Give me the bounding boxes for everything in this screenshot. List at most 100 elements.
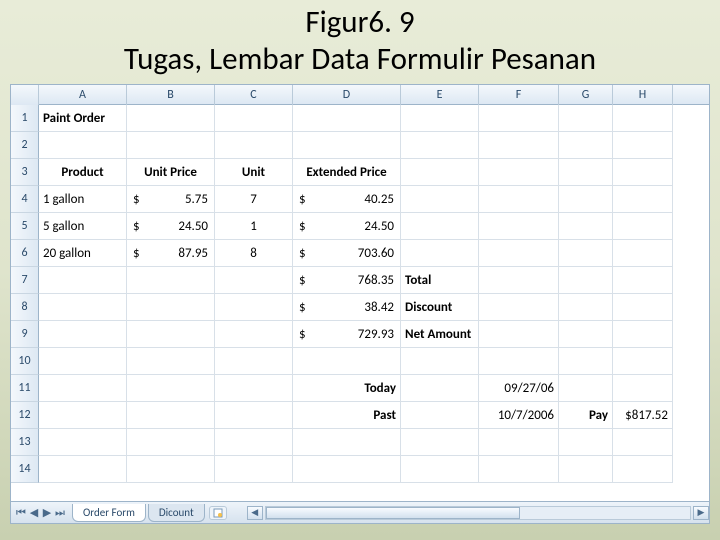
- cell[interactable]: [559, 159, 613, 186]
- cell[interactable]: [127, 402, 215, 429]
- tab-prev-icon[interactable]: ◀: [28, 506, 40, 520]
- cell[interactable]: [559, 240, 613, 267]
- cell[interactable]: [127, 105, 215, 132]
- cell[interactable]: [127, 348, 215, 375]
- hdr-product[interactable]: Product: [39, 159, 127, 186]
- cell-A1[interactable]: Paint Order: [39, 105, 127, 132]
- col-header-G[interactable]: G: [559, 85, 613, 105]
- cell[interactable]: [401, 429, 479, 456]
- cell[interactable]: [613, 429, 673, 456]
- cell[interactable]: [401, 375, 479, 402]
- cell[interactable]: [559, 456, 613, 483]
- cell[interactable]: [613, 105, 673, 132]
- new-sheet-icon[interactable]: [209, 506, 227, 520]
- cell[interactable]: [401, 348, 479, 375]
- cell[interactable]: [127, 456, 215, 483]
- col-header-H[interactable]: H: [613, 85, 673, 105]
- cell[interactable]: [39, 267, 127, 294]
- label-today[interactable]: Today: [293, 375, 401, 402]
- label-discount[interactable]: Discount: [401, 294, 479, 321]
- cell[interactable]: [215, 429, 293, 456]
- select-all-corner[interactable]: [11, 85, 39, 105]
- scroll-right-icon[interactable]: ▶: [693, 506, 709, 520]
- cell[interactable]: [39, 429, 127, 456]
- cell[interactable]: [559, 132, 613, 159]
- cell[interactable]: [215, 402, 293, 429]
- val-pay[interactable]: $817.52: [613, 402, 673, 429]
- cell-price[interactable]: $24.50: [127, 213, 215, 240]
- label-total[interactable]: Total: [401, 267, 479, 294]
- cell[interactable]: [613, 456, 673, 483]
- cell-ext[interactable]: $703.60: [293, 240, 401, 267]
- tab-last-icon[interactable]: ⏭: [54, 506, 66, 520]
- cell[interactable]: [215, 105, 293, 132]
- cell[interactable]: [401, 213, 479, 240]
- cell[interactable]: [479, 105, 559, 132]
- cell-price[interactable]: $87.95: [127, 240, 215, 267]
- cell[interactable]: [613, 186, 673, 213]
- cell[interactable]: [127, 321, 215, 348]
- cell[interactable]: [215, 132, 293, 159]
- cell[interactable]: [479, 159, 559, 186]
- cell-product[interactable]: 1 gallon: [39, 186, 127, 213]
- col-header-C[interactable]: C: [215, 85, 293, 105]
- cell[interactable]: [293, 105, 401, 132]
- hdr-unit[interactable]: Unit: [215, 159, 293, 186]
- row-header[interactable]: 2: [11, 132, 39, 159]
- tab-next-icon[interactable]: ▶: [41, 506, 53, 520]
- cell[interactable]: [401, 402, 479, 429]
- cell[interactable]: [479, 456, 559, 483]
- val-today[interactable]: 09/27/06: [479, 375, 559, 402]
- cell[interactable]: [39, 294, 127, 321]
- cell[interactable]: [613, 213, 673, 240]
- cell[interactable]: [559, 267, 613, 294]
- row-header[interactable]: 13: [11, 429, 39, 456]
- cell-unit[interactable]: 1: [215, 213, 293, 240]
- row-header[interactable]: 1: [11, 105, 39, 132]
- cell[interactable]: [559, 375, 613, 402]
- row-header[interactable]: 6: [11, 240, 39, 267]
- row-header[interactable]: 10: [11, 348, 39, 375]
- cell[interactable]: [559, 429, 613, 456]
- cell[interactable]: [127, 267, 215, 294]
- cell[interactable]: [215, 456, 293, 483]
- cell[interactable]: [613, 294, 673, 321]
- col-header-D[interactable]: D: [293, 85, 401, 105]
- col-header-A[interactable]: A: [39, 85, 127, 105]
- label-past[interactable]: Past: [293, 402, 401, 429]
- cell-total-val[interactable]: $768.35: [293, 267, 401, 294]
- cell[interactable]: [559, 105, 613, 132]
- cell[interactable]: [293, 132, 401, 159]
- cell[interactable]: [215, 294, 293, 321]
- row-header[interactable]: 5: [11, 213, 39, 240]
- tab-discount[interactable]: Dicount: [148, 504, 205, 522]
- cell[interactable]: [559, 186, 613, 213]
- cell[interactable]: [215, 348, 293, 375]
- cell[interactable]: [215, 267, 293, 294]
- cell[interactable]: [215, 375, 293, 402]
- cell[interactable]: [559, 321, 613, 348]
- label-net[interactable]: Net Amount: [401, 321, 479, 348]
- cell[interactable]: [479, 294, 559, 321]
- cell-product[interactable]: 5 gallon: [39, 213, 127, 240]
- cell[interactable]: [479, 186, 559, 213]
- cell[interactable]: [479, 213, 559, 240]
- col-header-F[interactable]: F: [479, 85, 559, 105]
- cell[interactable]: [127, 132, 215, 159]
- label-pay[interactable]: Pay: [559, 402, 613, 429]
- cell[interactable]: [559, 294, 613, 321]
- cell[interactable]: [613, 321, 673, 348]
- cell-unit[interactable]: 8: [215, 240, 293, 267]
- cell[interactable]: [401, 105, 479, 132]
- row-header[interactable]: 4: [11, 186, 39, 213]
- scroll-left-icon[interactable]: ◀: [247, 506, 263, 520]
- cell[interactable]: [401, 456, 479, 483]
- hscroll-thumb[interactable]: [266, 507, 521, 519]
- cell[interactable]: [293, 456, 401, 483]
- cell[interactable]: [127, 429, 215, 456]
- cell-net-val[interactable]: $729.93: [293, 321, 401, 348]
- cell[interactable]: [559, 348, 613, 375]
- cell[interactable]: [613, 240, 673, 267]
- cell[interactable]: [39, 375, 127, 402]
- hdr-ext-price[interactable]: Extended Price: [293, 159, 401, 186]
